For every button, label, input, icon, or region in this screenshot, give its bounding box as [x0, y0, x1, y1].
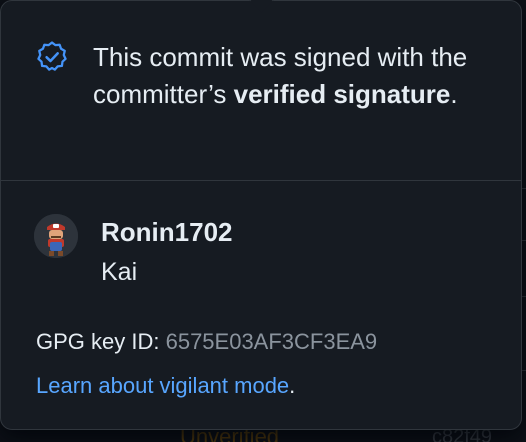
- learn-row: Learn about vigilant mode.: [36, 373, 295, 399]
- gpg-key-id: 6575E03AF3CF3EA9: [165, 329, 378, 354]
- learn-vigilant-mode-link[interactable]: Learn about vigilant mode: [36, 373, 289, 398]
- learn-row-suffix: .: [289, 373, 296, 398]
- signature-message-suffix: .: [450, 79, 458, 109]
- signature-popover: This commit was signed with the committe…: [0, 0, 522, 430]
- background-divider: [522, 188, 526, 189]
- avatar-image: [34, 214, 78, 258]
- popover-header: This commit was signed with the committe…: [1, 1, 521, 181]
- background-divider: [522, 370, 526, 371]
- background-divider: [522, 296, 526, 297]
- background-divider: [522, 240, 526, 241]
- avatar[interactable]: [34, 214, 78, 258]
- gpg-key-label: GPG key ID:: [36, 329, 166, 354]
- gpg-key-row: GPG key ID: 6575E03AF3CF3EA9: [36, 329, 377, 355]
- signer-full-name: Kai: [101, 258, 138, 286]
- signature-message-emphasis: verified signature: [233, 79, 451, 109]
- signer-username-link[interactable]: Ronin1702: [101, 217, 233, 248]
- verified-badge-icon: [37, 41, 67, 71]
- signature-message: This commit was signed with the committe…: [93, 39, 493, 113]
